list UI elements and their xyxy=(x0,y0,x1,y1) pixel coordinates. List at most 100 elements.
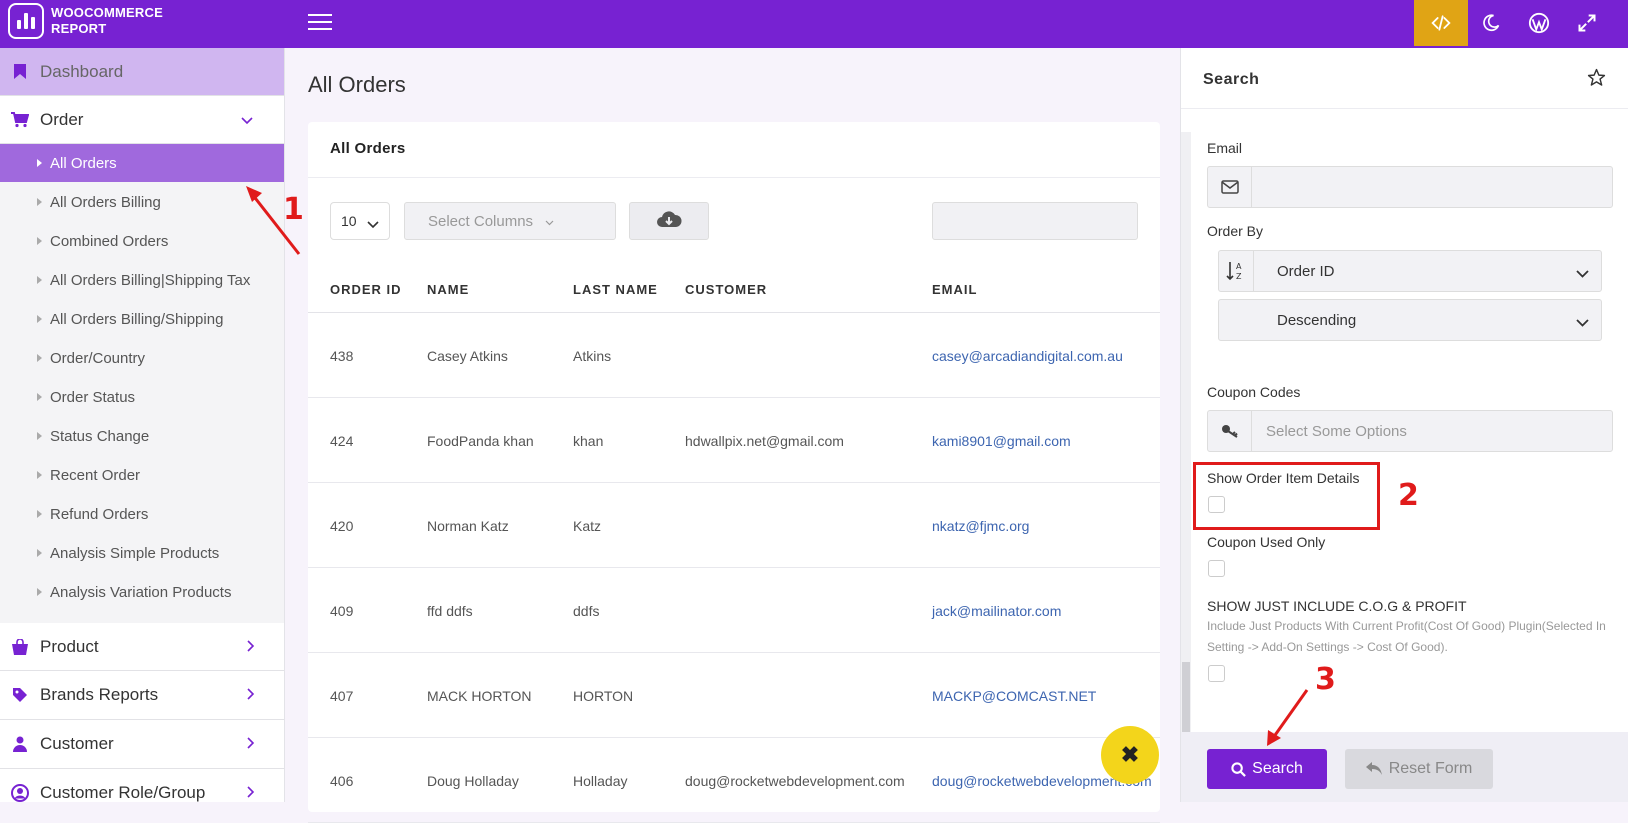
scrollbar[interactable] xyxy=(1181,132,1191,802)
email-field[interactable] xyxy=(1207,166,1613,208)
sidebar-subitem[interactable]: Refund Orders xyxy=(0,495,284,533)
sidebar-subitem[interactable]: Analysis Variation Products xyxy=(0,573,284,611)
code-icon[interactable] xyxy=(1414,0,1468,46)
sidebar-subitem[interactable]: All Orders Billing xyxy=(0,183,284,221)
table-row[interactable]: 438 Casey Atkins Atkins casey@arcadiandigit… xyxy=(308,313,1160,398)
coupon-codes-field[interactable]: Select Some Options xyxy=(1207,410,1613,452)
sidebar-item-customer-role[interactable]: Customer Role/Group xyxy=(0,769,284,802)
chevron-right-icon xyxy=(247,637,255,657)
caret-right-icon xyxy=(37,393,42,401)
sidebar-subitem[interactable]: All Orders Billing|Shipping Tax xyxy=(0,261,284,299)
cell-id: 420 xyxy=(330,517,354,534)
order-by-select[interactable]: AZ Order ID xyxy=(1218,250,1602,292)
cell-name: Doug Holladay xyxy=(427,772,519,789)
cog-profit-checkbox[interactable] xyxy=(1208,665,1225,682)
chevron-down-icon xyxy=(367,216,379,232)
page-length-value: 10 xyxy=(341,213,357,229)
user-icon xyxy=(0,736,40,752)
chevron-down-icon xyxy=(1576,314,1589,332)
sidebar-item-dashboard[interactable]: Dashboard xyxy=(0,48,284,96)
table-row[interactable]: 409 ffd ddfs ddfs jack@mailinator.com xyxy=(308,568,1160,653)
caret-right-icon xyxy=(37,354,42,362)
svg-text:Z: Z xyxy=(1236,272,1242,281)
cell-email[interactable]: kami8901@gmail.com xyxy=(932,398,1071,483)
cell-customer: doug@rocketwebdevelopment.com xyxy=(685,772,905,789)
sidebar-item-label: Customer Role/Group xyxy=(40,783,206,802)
divider xyxy=(308,177,1160,178)
sidebar-subitem-label: Status Change xyxy=(50,427,150,445)
cell-email[interactable]: nkatz@fjmc.org xyxy=(932,483,1029,568)
sidebar-subitem-label: Refund Orders xyxy=(50,505,149,523)
star-icon[interactable] xyxy=(1587,68,1606,92)
cell-id: 407 xyxy=(330,687,354,704)
sidebar-subitem-label: All Orders xyxy=(50,154,117,172)
top-bar: WOOCOMMERCE REPORT xyxy=(0,0,1628,48)
chevron-right-icon xyxy=(247,783,255,802)
cell-email[interactable]: casey@arcadiandigital.com.au xyxy=(932,313,1123,398)
table-search-input[interactable] xyxy=(932,202,1138,240)
cell-name: FoodPanda khan xyxy=(427,432,534,449)
sidebar-subitem[interactable]: Combined Orders xyxy=(0,222,284,260)
sidebar-subitem-label: Order Status xyxy=(50,388,136,406)
caret-right-icon xyxy=(37,471,42,479)
svg-text:A: A xyxy=(1236,262,1242,271)
caret-right-icon xyxy=(37,510,42,518)
table-row[interactable]: 424 FoodPanda khan khan hdwallpix.net@gmail… xyxy=(308,398,1160,483)
sidebar-item-product[interactable]: Product xyxy=(0,623,284,671)
divider xyxy=(1253,251,1254,291)
sidebar-subitem[interactable]: Status Change xyxy=(0,417,284,455)
reset-form-button[interactable]: Reset Form xyxy=(1345,749,1493,789)
wordpress-icon[interactable] xyxy=(1514,0,1564,46)
search-icon xyxy=(1231,761,1246,777)
cell-id: 409 xyxy=(330,602,354,619)
bookmark-icon xyxy=(0,64,40,79)
sidebar: Dashboard Order All Orders All Orders Bil… xyxy=(0,48,285,802)
envelope-icon xyxy=(1208,167,1252,207)
sidebar-subitem-label: All Orders Billing xyxy=(50,193,161,211)
coupon-used-checkbox[interactable] xyxy=(1208,560,1225,577)
sidebar-item-customer[interactable]: Customer xyxy=(0,720,284,769)
moon-icon[interactable] xyxy=(1466,0,1516,46)
annotation-number: 2 xyxy=(1398,478,1419,513)
coupon-used-label: Coupon Used Only xyxy=(1207,534,1326,550)
sidebar-item-label: Order xyxy=(40,109,84,129)
sidebar-item-brands[interactable]: Brands Reports xyxy=(0,671,284,720)
sidebar-subitem[interactable]: All Orders Billing/Shipping xyxy=(0,300,284,338)
order-by-value: Order ID xyxy=(1277,262,1335,280)
sidebar-item-label: Brands Reports xyxy=(40,685,159,704)
annotation-box xyxy=(1193,462,1380,530)
expand-icon[interactable] xyxy=(1562,0,1612,46)
close-fab-button[interactable]: ✖ xyxy=(1101,726,1159,784)
sidebar-item-label: Product xyxy=(40,636,99,656)
column-header[interactable]: NAME xyxy=(427,282,469,297)
select-columns-dropdown[interactable]: Select Columns xyxy=(404,202,616,240)
cell-email[interactable]: jack@mailinator.com xyxy=(932,568,1061,653)
chevron-down-icon xyxy=(545,213,554,230)
column-header[interactable]: CUSTOMER xyxy=(685,282,767,297)
sidebar-item-order[interactable]: Order xyxy=(0,96,284,144)
order-direction-select[interactable]: Descending xyxy=(1218,299,1602,341)
page-length-select[interactable]: 10 xyxy=(330,202,390,240)
column-header[interactable]: EMAIL xyxy=(932,282,977,297)
download-button[interactable] xyxy=(629,202,709,240)
user-circle-icon xyxy=(0,784,40,802)
sidebar-subitem[interactable]: All Orders xyxy=(0,144,284,182)
cell-name: MACK HORTON xyxy=(427,687,532,704)
column-header[interactable]: ORDER ID xyxy=(330,282,402,297)
cell-last: HORTON xyxy=(573,687,634,704)
table-row[interactable]: 420 Norman Katz Katz nkatz@fjmc.org xyxy=(308,483,1160,568)
cell-email[interactable]: MACKP@COMCAST.NET xyxy=(932,653,1096,738)
card-title: All Orders xyxy=(330,140,406,157)
table-row[interactable]: 407 MACK HORTON HORTON MACKP@COMCAST.NET xyxy=(308,653,1160,738)
sidebar-subitem[interactable]: Analysis Simple Products xyxy=(0,534,284,572)
search-button[interactable]: Search xyxy=(1207,749,1327,789)
menu-toggle-icon[interactable] xyxy=(308,12,332,32)
column-header[interactable]: LAST NAME xyxy=(573,282,658,297)
sidebar-subitem[interactable]: Recent Order xyxy=(0,456,284,494)
bag-icon xyxy=(0,638,40,655)
cell-last: Atkins xyxy=(573,347,612,364)
table-row[interactable]: 406 Doug Holladay Holladay doug@rocketwebde… xyxy=(308,738,1160,823)
sidebar-subitem[interactable]: Order/Country xyxy=(0,339,284,377)
sidebar-subitem[interactable]: Order Status xyxy=(0,378,284,416)
chevron-right-icon xyxy=(247,734,255,754)
